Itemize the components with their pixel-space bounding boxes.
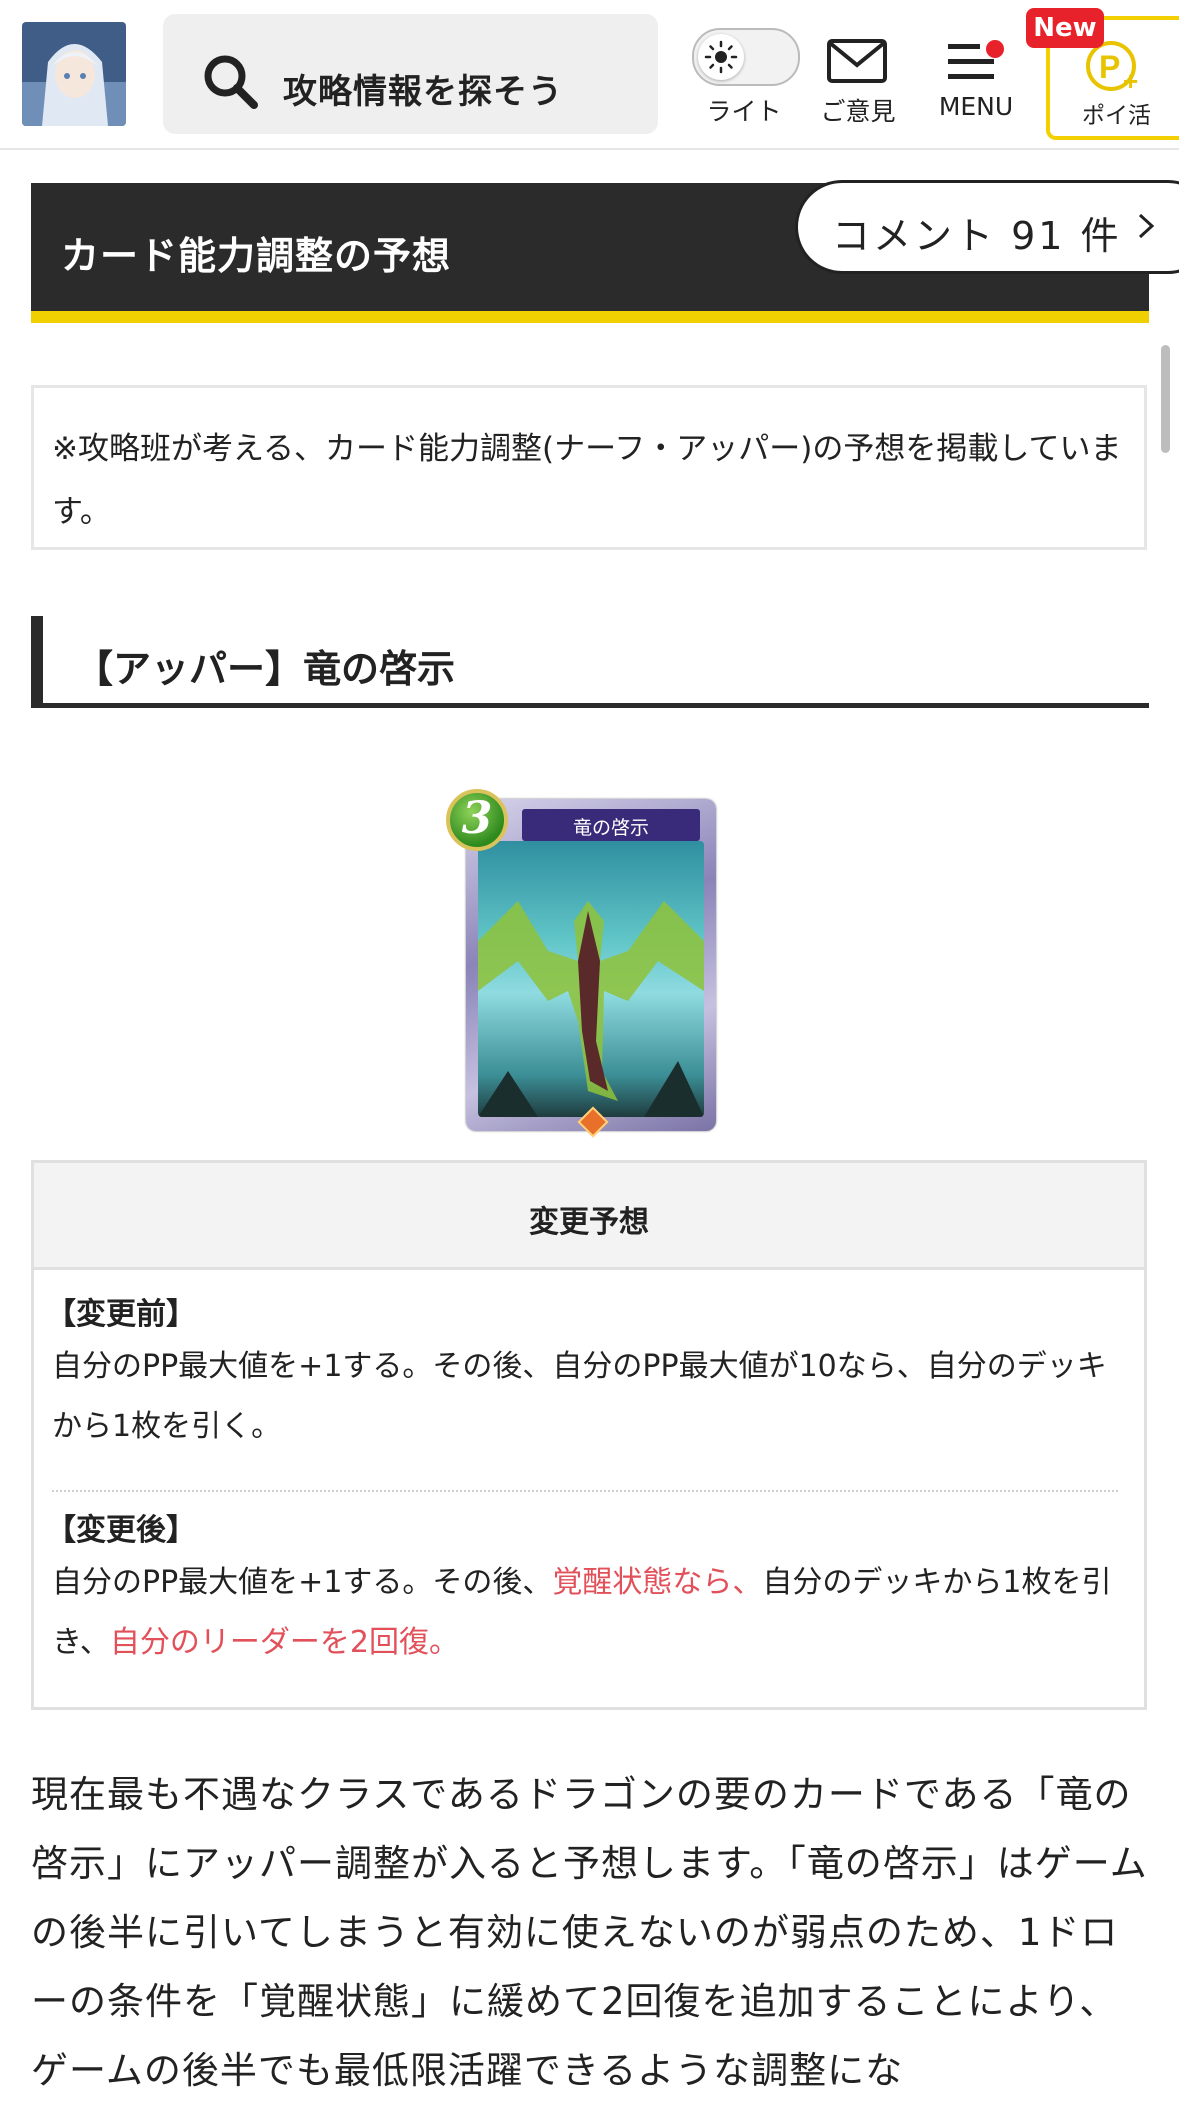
notice-text: ※攻略班が考える、カード能力調整(ナーフ・アッパー)の予想を掲載しています。: [52, 431, 1122, 530]
search-placeholder: 攻略情報を探そう: [283, 72, 563, 112]
chevron-right-icon: [1138, 213, 1155, 239]
after-label: 【変更後】: [46, 1513, 196, 1548]
after-section: 【変更後】 自分のPP最大値を+1する。その後、覚醒状態なら、自分のデッキから1…: [46, 1509, 1127, 1673]
table-header: 変更予想: [34, 1163, 1144, 1270]
svg-text:P: P: [1099, 49, 1120, 85]
scrollbar-thumb[interactable]: [1161, 345, 1170, 453]
sun-icon: [704, 40, 738, 74]
section-divider: [52, 1490, 1118, 1492]
after-text-part: 自分のPP最大値を+1する。その後、: [52, 1565, 553, 1600]
feedback-button[interactable]: ご意見: [810, 20, 906, 130]
svg-text:+: +: [1123, 66, 1138, 94]
page-title: カード能力調整の予想: [61, 234, 452, 278]
section-heading: 【アッパー】竜の啓示: [31, 616, 1149, 708]
poikatsu-label: ポイ活: [1082, 103, 1151, 129]
site-header: 攻略情報を探そう ライト ご意見 MENU P + ポイ活 New: [0, 0, 1179, 150]
section-heading-text: 【アッパー】竜の啓示: [75, 647, 456, 691]
search-box[interactable]: 攻略情報を探そう: [163, 14, 658, 134]
light-label: ライト: [706, 97, 782, 126]
after-text-highlight: 自分のリーダーを2回復。: [109, 1625, 459, 1660]
new-badge: New: [1026, 8, 1104, 48]
notification-dot: [986, 40, 1004, 58]
before-text: 自分のPP最大値を+1する。その後、自分のPP最大値が10なら、自分のデッキから…: [52, 1349, 1107, 1444]
site-logo-avatar[interactable]: [22, 22, 126, 126]
notice-box: ※攻略班が考える、カード能力調整(ナーフ・アッパー)の予想を掲載しています。: [31, 385, 1147, 550]
card-name: 竜の啓示: [572, 817, 649, 839]
before-label: 【変更前】: [46, 1297, 196, 1332]
card-image[interactable]: 竜の啓示 3: [446, 789, 716, 1138]
light-mode-toggle[interactable]: ライト: [680, 20, 808, 130]
after-text-highlight: 覚醒状態なら、: [552, 1565, 763, 1600]
hamburger-menu-icon: [948, 40, 1004, 79]
comment-count-label: コメント 91 件: [832, 214, 1122, 258]
menu-button[interactable]: MENU: [928, 20, 1024, 130]
card-artwork: [478, 841, 704, 1117]
comment-count-button[interactable]: コメント 91 件: [795, 180, 1179, 274]
article-paragraph: 現在最も不遇なクラスであるドラゴンの要のカードである「竜の啓示」にアッパー調整が…: [31, 1773, 1148, 2092]
change-prediction-table: 変更予想 【変更前】 自分のPP最大値を+1する。その後、自分のPP最大値が10…: [31, 1160, 1147, 1710]
table-header-text: 変更予想: [529, 1205, 649, 1240]
toggle-switch[interactable]: [692, 28, 800, 86]
feedback-label: ご意見: [820, 97, 896, 126]
mail-icon: [827, 39, 887, 83]
before-section: 【変更前】 自分のPP最大値を+1する。その後、自分のPP最大値が10なら、自分…: [46, 1293, 1127, 1457]
search-icon: [204, 55, 258, 109]
after-text: 自分のPP最大値を+1する。その後、覚醒状態なら、自分のデッキから1枚を引き、自…: [52, 1553, 1127, 1673]
card-cost: 3: [461, 793, 493, 844]
menu-label: MENU: [938, 92, 1014, 121]
